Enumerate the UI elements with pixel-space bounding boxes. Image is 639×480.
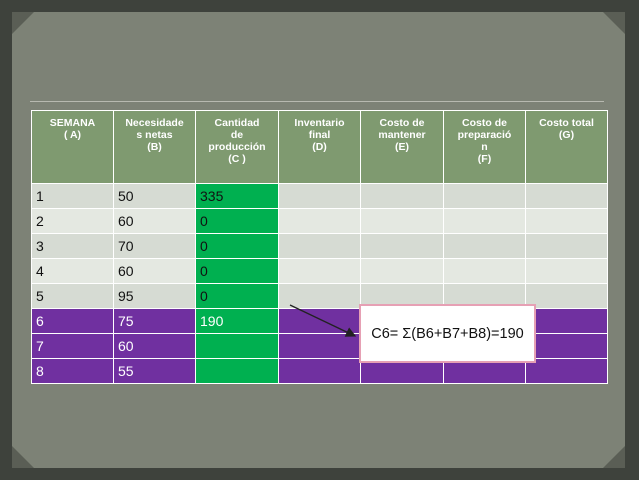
formula-callout: C6= Σ(B6+B7+B8)=190 <box>359 304 536 363</box>
callout-arrow <box>289 304 357 337</box>
formula-text: C6= Σ(B6+B7+B8)=190 <box>371 325 524 342</box>
